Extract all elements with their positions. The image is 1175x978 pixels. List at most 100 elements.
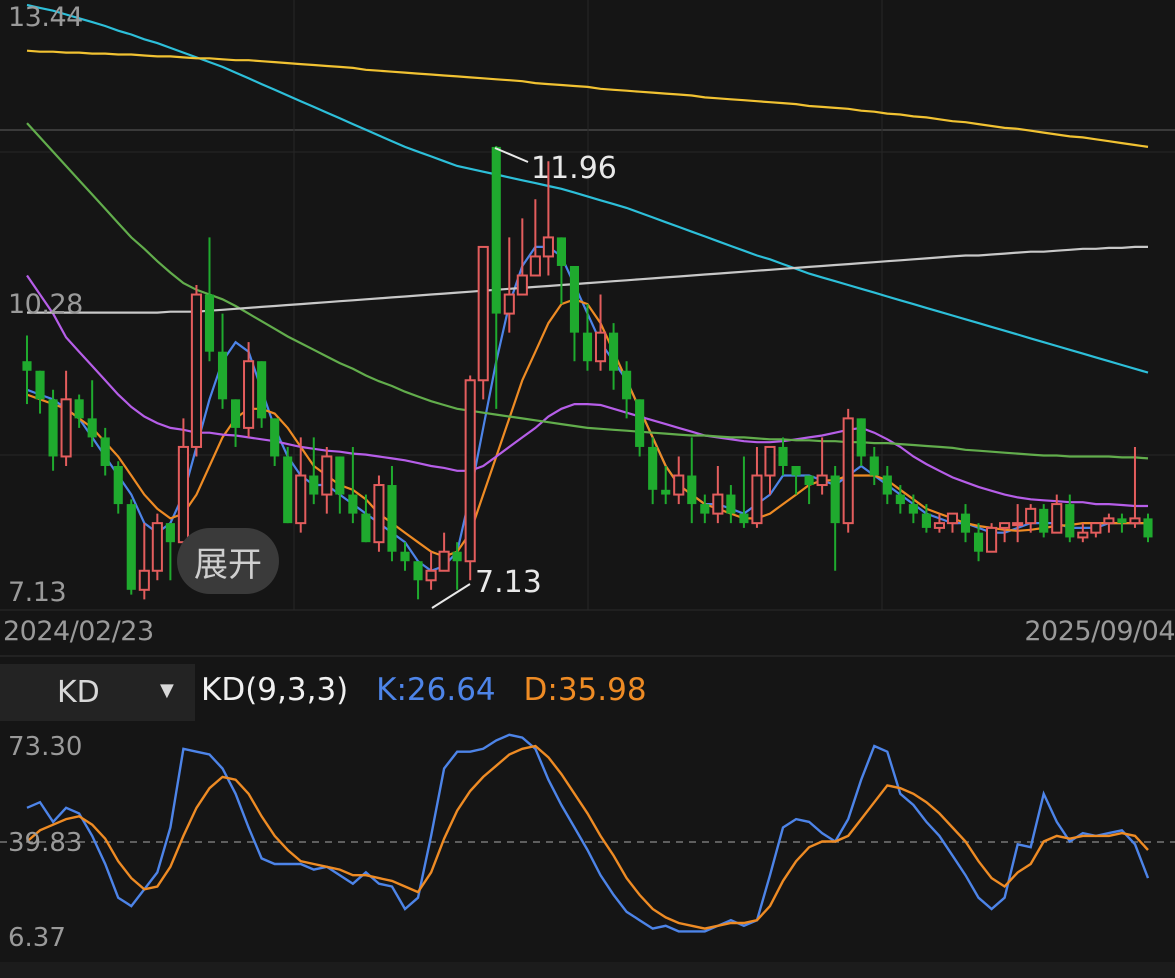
candle-body: [348, 494, 358, 514]
low-pointer-line: [431, 583, 471, 609]
candle-body: [1012, 522, 1024, 527]
stock-chart[interactable]: [0, 0, 1175, 978]
candle-body: [569, 265, 580, 333]
next-indicator-strip: [0, 962, 1175, 978]
kd-d-line: [26, 744, 1149, 930]
candle-body: [22, 361, 32, 371]
candle-body: [529, 255, 541, 277]
candle-body: [361, 513, 371, 543]
candle-body: [622, 370, 632, 400]
price-axis-max: 13.44: [8, 2, 83, 33]
candle-body: [1103, 517, 1115, 525]
kd-k-value: K:26.64: [376, 672, 496, 708]
candle-body: [895, 494, 905, 505]
candle-body: [100, 437, 110, 466]
candle-body: [609, 332, 619, 371]
candle-body: [739, 513, 749, 524]
end-date-label: 2025/09/04: [1024, 616, 1175, 647]
expand-button[interactable]: 展开: [177, 528, 279, 594]
candle-body: [400, 551, 410, 562]
candle-body: [477, 245, 489, 382]
candle-body: [243, 360, 255, 429]
candle-body: [921, 513, 931, 528]
candle-body: [986, 526, 998, 553]
candle-body: [764, 445, 776, 477]
candle-body: [1051, 503, 1063, 534]
candle-body: [542, 236, 554, 258]
candle-body: [190, 293, 203, 448]
pane-divider: [0, 655, 1175, 657]
candle-body: [177, 445, 189, 544]
candle-body: [556, 237, 566, 266]
candle-body: [842, 417, 854, 525]
candle-body: [373, 484, 385, 544]
candle-body: [425, 569, 437, 582]
candle-body: [309, 475, 319, 495]
candle-body: [933, 522, 946, 529]
candle-body: [230, 399, 241, 428]
candle-body: [257, 361, 267, 419]
dropdown-triangle-icon: ▼: [160, 680, 174, 701]
kd-k-line: [26, 733, 1150, 933]
candle-body: [700, 504, 710, 514]
candle-body: [438, 550, 450, 572]
candle-body: [1143, 518, 1153, 538]
candle-body: [270, 418, 280, 457]
candle-body: [999, 522, 1011, 529]
candle-body: [464, 379, 476, 563]
candle-body: [635, 399, 645, 447]
candle-body: [661, 489, 671, 495]
candle-body: [491, 146, 501, 314]
candle-body: [48, 399, 58, 457]
candle-body: [1065, 504, 1075, 538]
candle-body: [1129, 517, 1141, 525]
candle-body: [516, 274, 528, 296]
candle-body: [908, 504, 918, 514]
candle-body: [726, 494, 736, 514]
price-axis-min: 7.13: [8, 577, 67, 608]
candle-body: [335, 456, 345, 495]
candle-body: [1090, 522, 1102, 534]
candle-body: [791, 465, 801, 476]
kd-indicator-lines: [26, 733, 1150, 933]
candle-body: [295, 474, 307, 525]
kd-d-value: D:35.98: [523, 672, 647, 708]
candle-body: [87, 418, 97, 438]
candle-body: [60, 398, 72, 458]
candle-body: [960, 513, 971, 533]
kd-params-label: KD(9,3,3): [201, 672, 349, 708]
candle-body: [413, 561, 423, 581]
candle-body: [751, 474, 763, 525]
candle-body: [165, 523, 175, 543]
indicator-header: KD(9,3,3) K:26.64 D:35.98: [201, 672, 665, 708]
candle-body: [452, 551, 462, 562]
candle-body: [582, 332, 593, 362]
candle-body: [387, 485, 397, 552]
high-price-label: 11.96: [531, 151, 617, 186]
candle-body: [503, 293, 515, 315]
candle-body: [830, 475, 840, 524]
candle-body: [113, 465, 123, 505]
candle-body: [882, 475, 892, 495]
candle-body: [594, 331, 607, 363]
candle-body: [673, 474, 685, 496]
candle-body: [973, 532, 984, 552]
candle-body: [946, 512, 959, 525]
candle-body: [126, 504, 136, 590]
candle-body: [1077, 531, 1089, 539]
candle-body: [204, 294, 215, 352]
kd-axis-mid: 39.83: [8, 828, 83, 858]
candle-body: [1117, 518, 1127, 524]
candle-body: [217, 351, 228, 400]
kd-axis-bottom: 6.37: [8, 923, 66, 953]
candle-body: [1025, 507, 1037, 525]
candle-body: [712, 493, 724, 515]
candle-body: [138, 569, 150, 591]
low-price-label: 7.13: [475, 565, 542, 600]
start-date-label: 2024/02/23: [3, 616, 154, 647]
indicator-selected-label: KD: [57, 675, 100, 710]
indicator-selector[interactable]: KD ▼: [0, 664, 195, 721]
candle-body: [778, 446, 788, 466]
kd-axis-top: 73.30: [8, 732, 83, 762]
candle-body: [321, 455, 333, 496]
